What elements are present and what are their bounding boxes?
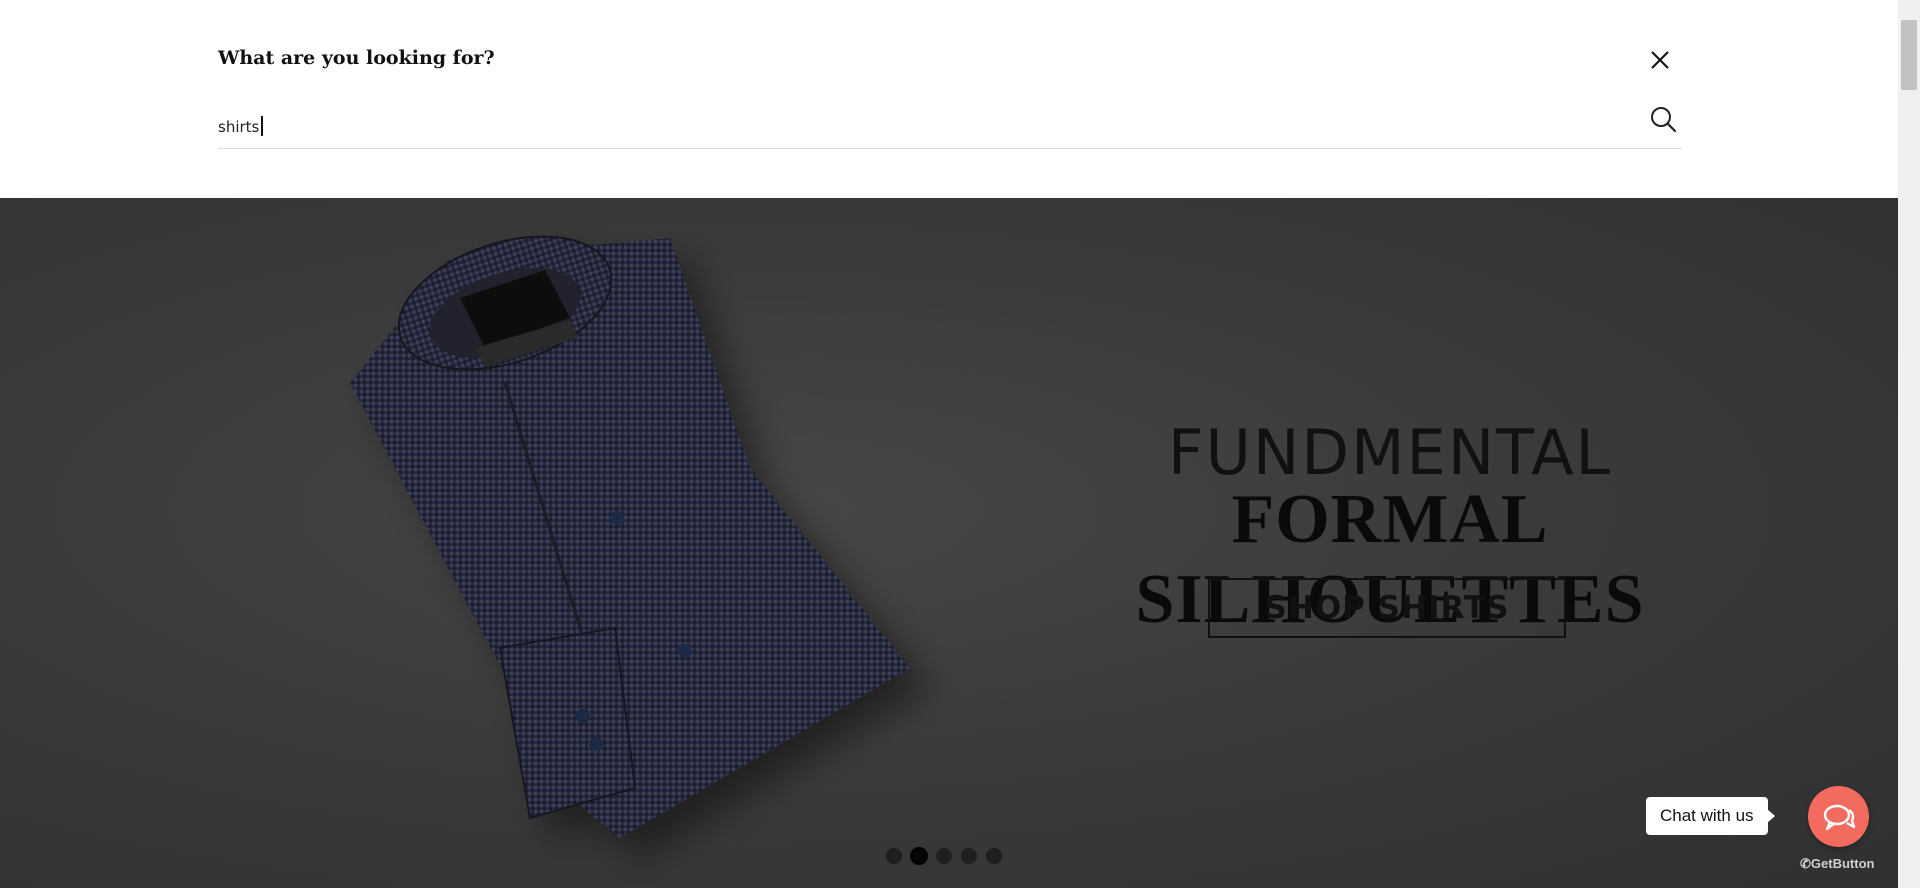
scrollbar-track[interactable] (1898, 0, 1920, 888)
search-bar (218, 104, 1682, 149)
chat-label[interactable]: Chat with us (1646, 797, 1775, 835)
text-cursor (261, 116, 263, 136)
scrollbar-thumb[interactable] (1901, 20, 1917, 90)
getbutton-text: GetButton (1810, 856, 1875, 871)
hero-banner: FUNDMENTAL FORMAL SILHOUETTES SHOP SHIRT… (0, 198, 1898, 888)
slider-dot-1[interactable] (886, 848, 902, 864)
slider-dot-3[interactable] (936, 848, 952, 864)
search-title: What are you looking for? (218, 47, 495, 69)
chat-bubble-icon (1823, 804, 1855, 830)
hero-heading-top: FUNDMENTAL (1167, 416, 1613, 489)
search-overlay: What are you looking for? (0, 0, 1898, 198)
getbutton-branding[interactable]: ✆GetButton (1800, 856, 1874, 872)
getbutton-icon: ✆ (1800, 856, 1811, 871)
search-icon (1651, 107, 1677, 133)
slider-dot-5[interactable] (986, 848, 1002, 864)
search-input[interactable] (218, 114, 1618, 140)
close-button[interactable] (1648, 48, 1672, 72)
slider-dot-2[interactable] (911, 848, 927, 864)
shirt-image (350, 235, 910, 838)
search-submit-button[interactable] (1648, 104, 1680, 136)
slider-dot-4[interactable] (961, 848, 977, 864)
slider-dots (886, 848, 1002, 864)
shop-shirts-button[interactable]: SHOP SHIRTS (1208, 578, 1566, 638)
close-icon (1651, 51, 1669, 69)
chat-button[interactable] (1808, 786, 1869, 847)
